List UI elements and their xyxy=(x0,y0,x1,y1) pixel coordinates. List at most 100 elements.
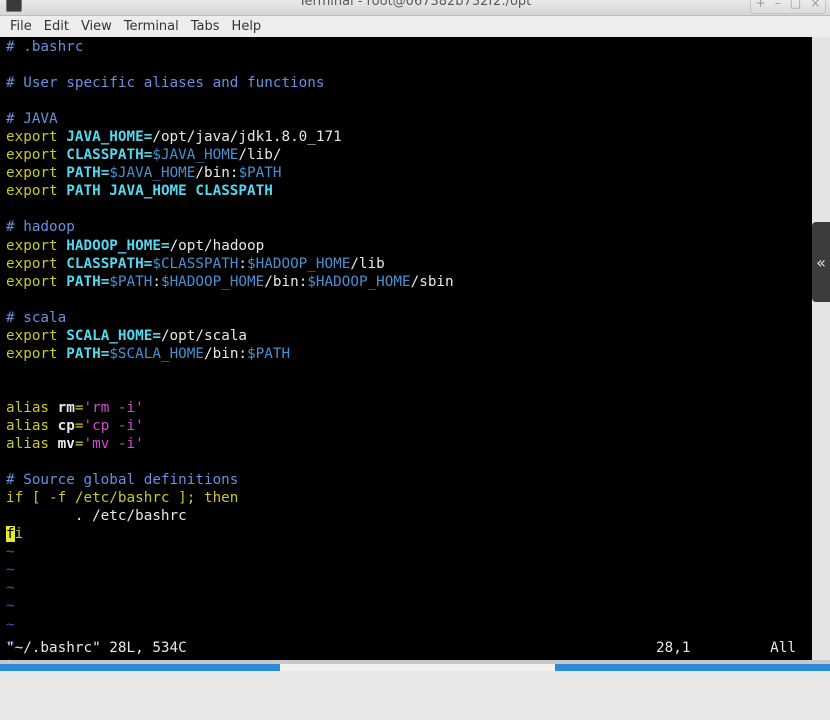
code-line: export PATH=$JAVA_HOME/bin:$PATH xyxy=(6,164,812,182)
code-line: export PATH JAVA_HOME CLASSPATH xyxy=(6,182,812,200)
code-token: cp xyxy=(57,417,75,434)
code-token: export xyxy=(6,255,67,272)
code-token: : xyxy=(238,255,248,272)
code-line: # User specific aliases and functions xyxy=(6,74,812,92)
code-token: export xyxy=(6,345,67,362)
code-token: alias xyxy=(6,417,58,434)
code-token: $JAVA_HOME xyxy=(109,165,196,182)
maximize-button[interactable]: + xyxy=(756,0,766,10)
code-line: export PATH=$SCALA_HOME/bin:$PATH xyxy=(6,345,812,363)
code-token: export xyxy=(6,273,67,290)
taskbar-active-item[interactable] xyxy=(280,664,555,671)
code-line: alias cp='cp -i' xyxy=(6,417,812,435)
restore-button[interactable]: □ xyxy=(790,0,801,10)
code-token: $PATH xyxy=(238,165,282,182)
code-token: CLASSPATH= xyxy=(66,255,153,272)
code-line: . /etc/bashrc xyxy=(6,507,812,525)
code-token: /sbin xyxy=(410,273,454,290)
code-line: # JAVA xyxy=(6,110,812,128)
code-token: ~ xyxy=(6,580,15,597)
code-token: JAVA_HOME= xyxy=(66,129,153,146)
code-token: PATH= xyxy=(66,165,110,182)
code-token: mv xyxy=(57,436,75,453)
code-token: PATH JAVA_HOME CLASSPATH xyxy=(66,183,273,200)
empty-line-marker: ~ xyxy=(6,616,812,634)
code-token: SCALA_HOME= xyxy=(66,327,161,344)
code-line: export PATH=$PATH:$HADOOP_HOME/bin:$HADO… xyxy=(6,273,812,291)
menu-view[interactable]: View xyxy=(75,19,118,34)
double-chevron-left-icon: « xyxy=(816,252,826,272)
window-title: Terminal - root@067382b732f2:/opt xyxy=(298,0,532,9)
code-token: ~ xyxy=(6,562,15,579)
taskbar-accent-left xyxy=(0,664,280,671)
code-token: CLASSPATH= xyxy=(66,147,153,164)
minimize-button[interactable]: – xyxy=(775,0,781,10)
code-line: alias rm='rm -i' xyxy=(6,399,812,417)
code-line: # hadoop xyxy=(6,218,812,236)
code-token: PATH= xyxy=(66,345,110,362)
code-token: # .bashrc xyxy=(6,39,84,55)
menu-help[interactable]: Help xyxy=(226,19,268,34)
code-token: $SCALA_HOME xyxy=(109,345,204,362)
code-token: . /etc/bashrc xyxy=(6,508,187,525)
side-panel-toggle[interactable]: « xyxy=(812,222,830,302)
menu-file[interactable]: File xyxy=(0,19,38,34)
status-file-info: "~/.bashrc" 28L, 534C xyxy=(6,640,187,656)
code-token: /lib xyxy=(350,255,385,272)
code-token: # JAVA xyxy=(6,111,58,128)
desktop-right-edge xyxy=(812,37,830,660)
code-token: export xyxy=(6,129,67,146)
code-token: : xyxy=(152,273,161,290)
code-line: alias mv='mv -i' xyxy=(6,435,812,453)
code-token: PATH= xyxy=(66,273,110,290)
code-token: /opt/hadoop xyxy=(169,237,265,254)
code-token: 'cp -i' xyxy=(83,417,144,434)
window-controls: + – □ × xyxy=(750,0,826,14)
vim-status-line: "~/.bashrc" 28L, 534C 28,1 All xyxy=(6,640,796,658)
code-token: $PATH xyxy=(109,273,153,290)
code-token: /opt/scala xyxy=(160,327,248,344)
code-line: export SCALA_HOME=/opt/scala xyxy=(6,327,812,345)
code-token: ~ xyxy=(6,616,15,633)
code-token: 'mv -i' xyxy=(83,436,144,453)
menu-edit[interactable]: Edit xyxy=(38,19,75,34)
code-token: /bin: xyxy=(264,273,308,290)
empty-line-marker: ~ xyxy=(6,597,812,615)
code-line: export JAVA_HOME=/opt/java/jdk1.8.0_171 xyxy=(6,128,812,146)
code-token: i xyxy=(14,526,24,543)
code-token: export xyxy=(6,327,67,344)
code-token: 'rm -i' xyxy=(83,399,144,416)
code-token: $HADOOP_HOME xyxy=(160,273,265,290)
menu-tabs[interactable]: Tabs xyxy=(185,19,226,34)
code-line: export HADOOP_HOME=/opt/hadoop xyxy=(6,237,812,255)
status-cursor-position: 28,1 xyxy=(656,640,691,656)
code-line: fi xyxy=(6,525,812,543)
code-token: /bin: xyxy=(204,345,248,362)
terminal-area[interactable]: # .bashrc # User specific aliases and fun… xyxy=(0,37,812,669)
code-token: $HADOOP_HOME xyxy=(307,273,411,290)
code-token: # User specific aliases and functions xyxy=(6,75,325,92)
code-token: rm xyxy=(57,399,75,416)
taskbar-accent-right xyxy=(555,664,830,671)
code-token: # scala xyxy=(6,309,67,326)
close-button[interactable]: × xyxy=(810,0,820,10)
empty-line-marker: ~ xyxy=(6,561,812,579)
code-token: $HADOOP_HOME xyxy=(247,255,351,272)
editor-buffer[interactable]: # .bashrc # User specific aliases and fun… xyxy=(6,38,812,670)
code-token: export xyxy=(6,237,67,254)
code-line: # .bashrc xyxy=(6,38,812,56)
status-scroll-indicator: All xyxy=(770,640,796,656)
code-token: alias xyxy=(6,399,58,416)
code-token: alias xyxy=(6,436,58,453)
code-token: /lib/ xyxy=(238,147,282,164)
code-token: $JAVA_HOME xyxy=(152,147,239,164)
code-token: # Source global definitions xyxy=(6,472,239,489)
code-token: HADOOP_HOME= xyxy=(66,237,170,254)
empty-line-marker: ~ xyxy=(6,543,812,561)
code-token: /opt/java/jdk1.8.0_171 xyxy=(152,129,342,146)
menu-terminal[interactable]: Terminal xyxy=(118,19,185,34)
